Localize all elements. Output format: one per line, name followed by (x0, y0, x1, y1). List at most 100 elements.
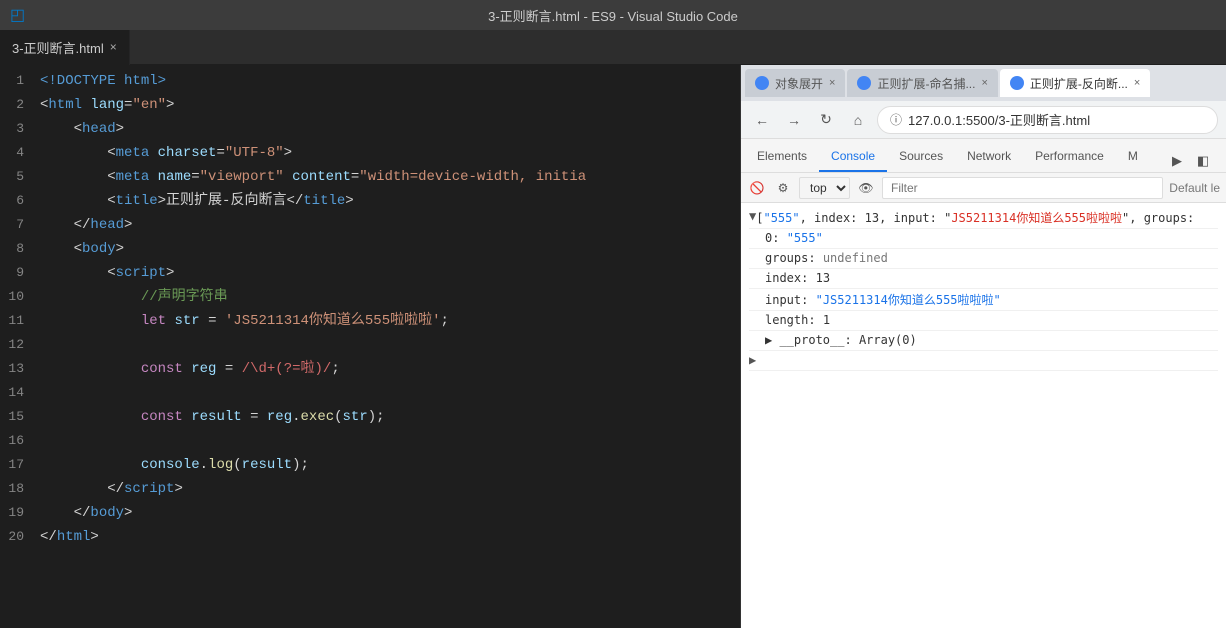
collapse-icon[interactable]: ▶ (749, 353, 756, 367)
line-content: const result = reg.exec(str); (40, 405, 385, 429)
line-content: </head> (40, 213, 132, 237)
line-number: 18 (0, 477, 40, 501)
line-content: </script> (40, 477, 183, 501)
devtools-device-icon[interactable]: ◧ (1192, 150, 1214, 172)
tab-close-icon[interactable]: × (110, 40, 117, 54)
devtools-tab-bar: ElementsConsoleSourcesNetworkPerformance… (741, 139, 1226, 173)
line-number: 9 (0, 261, 40, 285)
browser-toolbar: ← → ↻ ⌂ ⓘ 127.0.0.1:5500/3-正则断言.html (741, 101, 1226, 139)
line-content: </body> (40, 501, 132, 525)
filter-input[interactable] (882, 177, 1163, 199)
devtools-tab[interactable]: Network (955, 142, 1023, 172)
editor-tab-bar: 3-正则断言.html × (0, 30, 1226, 65)
line-content: <html lang="en"> (40, 93, 174, 117)
line-content: <!DOCTYPE html> (40, 69, 166, 93)
reload-button[interactable]: ↻ (813, 107, 839, 133)
devtools-tab[interactable]: M (1116, 142, 1150, 172)
main-area: 1<!DOCTYPE html>2<html lang="en">3 <head… (0, 65, 1226, 628)
code-line: 19 </body> (0, 501, 740, 525)
forward-button[interactable]: → (781, 107, 807, 133)
code-line: 12 (0, 333, 740, 357)
line-number: 12 (0, 333, 40, 357)
browser-tab-close-icon[interactable]: × (1134, 77, 1140, 89)
devtools-toolbar: 🚫 ⚙ top 👁 Default le (741, 173, 1226, 203)
console-line: ▼ ["555", index: 13, input: "JS5211314你知… (749, 207, 1218, 229)
line-content: <meta charset="UTF-8"> (40, 141, 292, 165)
line-number: 14 (0, 381, 40, 405)
line-content: const reg = /\d+(?=啦)/; (40, 357, 340, 381)
url-text: 127.0.0.1:5500/3-正则断言.html (908, 110, 1090, 129)
editor-tab[interactable]: 3-正则断言.html × (0, 30, 130, 65)
address-bar[interactable]: ⓘ 127.0.0.1:5500/3-正则断言.html (877, 106, 1218, 134)
code-line: 5 <meta name="viewport" content="width=d… (0, 165, 740, 189)
line-number: 8 (0, 237, 40, 261)
code-line: 6 <title>正则扩展-反向断言</title> (0, 189, 740, 213)
browser-tab-label: 对象展开 (775, 75, 823, 92)
devtools-panel: ElementsConsoleSourcesNetworkPerformance… (741, 139, 1226, 628)
devtools-icons: ▶ ◧ (1166, 150, 1222, 172)
line-number: 16 (0, 429, 40, 453)
line-number: 11 (0, 309, 40, 333)
code-editor: 1<!DOCTYPE html>2<html lang="en">3 <head… (0, 65, 740, 628)
devtools-tab[interactable]: Performance (1023, 142, 1116, 172)
devtools-tab[interactable]: Sources (887, 142, 955, 172)
browser-tab-close-icon[interactable]: × (829, 77, 835, 89)
browser-tab-label: 正则扩展-反向断... (1030, 75, 1128, 92)
browser-tab-close-icon[interactable]: × (981, 77, 987, 89)
devtools-tab[interactable]: Elements (745, 142, 819, 172)
console-item-text: index: 13 (765, 271, 1218, 285)
home-button[interactable]: ⌂ (845, 107, 871, 133)
line-content: </html> (40, 525, 99, 549)
console-item: groups: undefined (749, 249, 1218, 269)
browser-tab[interactable]: 正则扩展-反向断... × (1000, 69, 1150, 97)
window-title: 3-正则断言.html - ES9 - Visual Studio Code (488, 6, 738, 25)
console-text: ["555", index: 13, input: "JS5211314你知道么… (756, 209, 1218, 226)
devtools-inspect-icon[interactable]: ▶ (1166, 150, 1188, 172)
line-number: 4 (0, 141, 40, 165)
line-content: <head> (40, 117, 124, 141)
line-number: 3 (0, 117, 40, 141)
line-number: 2 (0, 93, 40, 117)
favicon-icon (857, 76, 871, 90)
favicon-icon (1010, 76, 1024, 90)
lock-icon: ⓘ (890, 111, 902, 128)
browser-tab[interactable]: 对象展开 × (745, 69, 845, 97)
code-line: 4 <meta charset="UTF-8"> (0, 141, 740, 165)
line-number: 6 (0, 189, 40, 213)
browser-tab-bar: 对象展开×正则扩展-命名捕...×正则扩展-反向断...× (741, 65, 1226, 101)
eye-icon[interactable]: 👁 (856, 178, 876, 198)
code-line: 8 <body> (0, 237, 740, 261)
console-item-text: input: "JS5211314你知道么555啦啦啦" (765, 291, 1218, 308)
title-bar: ◰ 3-正则断言.html - ES9 - Visual Studio Code (0, 0, 1226, 30)
code-line: 3 <head> (0, 117, 740, 141)
code-line: 9 <script> (0, 261, 740, 285)
clear-console-button[interactable]: 🚫 (747, 178, 767, 198)
console-item: index: 13 (749, 269, 1218, 289)
console-item: ▶ __proto__: Array(0) (749, 331, 1218, 351)
code-line: 7 </head> (0, 213, 740, 237)
code-line: 1<!DOCTYPE html> (0, 69, 740, 93)
back-button[interactable]: ← (749, 107, 775, 133)
browser-tab[interactable]: 正则扩展-命名捕...× (847, 69, 997, 97)
line-number: 10 (0, 285, 40, 309)
devtools-tab[interactable]: Console (819, 142, 887, 172)
context-select[interactable]: top (799, 177, 850, 199)
console-item: length: 1 (749, 311, 1218, 331)
tab-label: 3-正则断言.html (12, 38, 104, 57)
console-item: 0: "555" (749, 229, 1218, 249)
filter-toggle-button[interactable]: ⚙ (773, 178, 793, 198)
code-line: 17 console.log(result); (0, 453, 740, 477)
line-content: <meta name="viewport" content="width=dev… (40, 165, 586, 189)
console-item-text: 0: "555" (765, 231, 1218, 245)
line-number: 20 (0, 525, 40, 549)
code-line: 10 //声明字符串 (0, 285, 740, 309)
code-line: 11 let str = 'JS5211314你知道么555啦啦啦'; (0, 309, 740, 333)
code-line: 20</html> (0, 525, 740, 549)
code-line: 14 (0, 381, 740, 405)
console-item: input: "JS5211314你知道么555啦啦啦" (749, 289, 1218, 311)
browser-panel: 对象展开×正则扩展-命名捕...×正则扩展-反向断...× ← → ↻ ⌂ ⓘ … (740, 65, 1226, 628)
line-number: 19 (0, 501, 40, 525)
expand-icon[interactable]: ▼ (749, 209, 756, 223)
line-content: let str = 'JS5211314你知道么555啦啦啦'; (40, 309, 449, 333)
code-line: 16 (0, 429, 740, 453)
